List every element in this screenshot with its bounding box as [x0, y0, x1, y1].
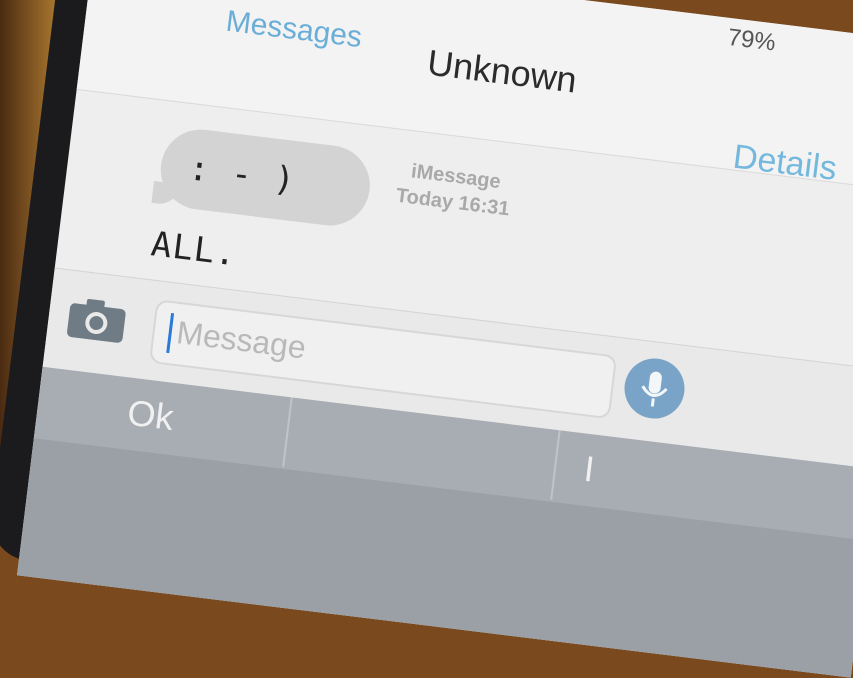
text-caret: [166, 313, 175, 354]
back-button[interactable]: Messages: [224, 5, 364, 55]
messages-screen: 79% Messages Unknown Details iMessage To…: [17, 0, 853, 678]
details-button[interactable]: Details: [731, 138, 839, 189]
battery-percentage: 79%: [726, 23, 778, 57]
conversation-title: Unknown: [425, 41, 580, 101]
camera-icon[interactable]: [64, 295, 129, 346]
microphone-icon: [621, 371, 683, 426]
message-placeholder: Message: [174, 314, 308, 366]
dictation-button[interactable]: [621, 355, 688, 422]
received-message-bubble[interactable]: : - ) ALL.: [149, 125, 375, 274]
thread-meta: iMessage Today 16:31: [395, 157, 515, 223]
